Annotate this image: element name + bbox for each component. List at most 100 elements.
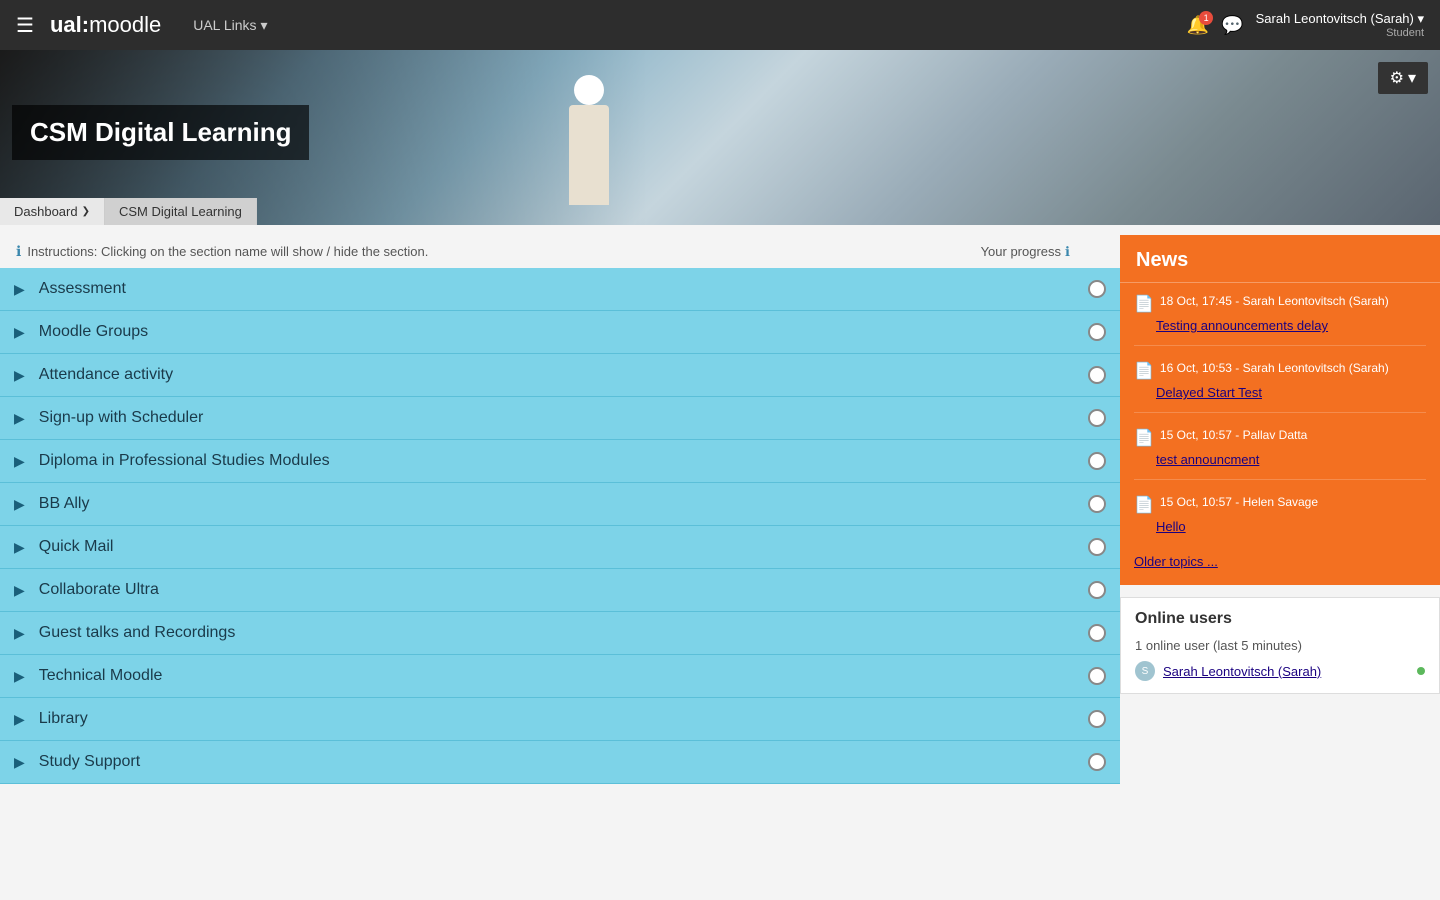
ual-links-label: UAL Links: [193, 17, 256, 33]
section-list: ▶Assessment▶Moodle Groups▶Attendance act…: [0, 268, 1120, 784]
section-progress-radio[interactable]: [1088, 366, 1106, 384]
section-label[interactable]: Study Support: [39, 741, 1088, 783]
section-progress-radio[interactable]: [1088, 667, 1106, 685]
logo-moodle-text: moodle: [89, 12, 161, 38]
section-progress-radio[interactable]: [1088, 538, 1106, 556]
section-label[interactable]: Quick Mail: [39, 526, 1088, 568]
online-user-row: S Sarah Leontovitsch (Sarah): [1135, 661, 1425, 681]
online-users-block: Online users 1 online user (last 5 minut…: [1120, 597, 1440, 694]
section-toggle-icon[interactable]: ▶: [0, 711, 39, 728]
section-progress-radio[interactable]: [1088, 495, 1106, 513]
section-item: ▶BB Ally: [0, 483, 1120, 526]
section-item: ▶Library: [0, 698, 1120, 741]
online-user-name[interactable]: Sarah Leontovitsch (Sarah): [1163, 664, 1321, 679]
section-toggle-icon[interactable]: ▶: [0, 754, 39, 771]
section-label[interactable]: Guest talks and Recordings: [39, 612, 1088, 654]
section-label[interactable]: Sign-up with Scheduler: [39, 397, 1088, 439]
section-label[interactable]: Moodle Groups: [39, 311, 1088, 353]
section-progress-radio[interactable]: [1088, 753, 1106, 771]
online-user-avatar: S: [1135, 661, 1155, 681]
news-header: News: [1120, 235, 1440, 283]
user-menu[interactable]: Sarah Leontovitsch (Sarah) ▾ Student: [1256, 11, 1424, 39]
section-progress-radio[interactable]: [1088, 581, 1106, 599]
section-label[interactable]: Assessment: [39, 268, 1088, 310]
section-progress-radio[interactable]: [1088, 710, 1106, 728]
news-entry-meta-text: 18 Oct, 17:45 - Sarah Leontovitsch (Sara…: [1160, 293, 1389, 310]
section-item: ▶Diploma in Professional Studies Modules: [0, 440, 1120, 483]
breadcrumb-dashboard[interactable]: Dashboard ❯: [0, 198, 105, 225]
breadcrumb-csm[interactable]: CSM Digital Learning: [105, 198, 257, 225]
gear-arrow-icon: ▾: [1408, 68, 1416, 88]
section-progress-radio[interactable]: [1088, 280, 1106, 298]
section-item: ▶Sign-up with Scheduler: [0, 397, 1120, 440]
news-entry-icon: 📄: [1134, 294, 1154, 314]
online-users-count: 1 online user (last 5 minutes): [1135, 638, 1425, 653]
section-item: ▶Guest talks and Recordings: [0, 612, 1120, 655]
top-navigation: ☰ ual: moodle UAL Links ▾ 🔔 1 💬 Sarah Le…: [0, 0, 1440, 50]
section-progress-radio[interactable]: [1088, 624, 1106, 642]
section-toggle-icon[interactable]: ▶: [0, 539, 39, 556]
section-progress-radio[interactable]: [1088, 452, 1106, 470]
hero-title: CSM Digital Learning: [30, 117, 291, 148]
section-toggle-icon[interactable]: ▶: [0, 496, 39, 513]
section-label[interactable]: Diploma in Professional Studies Modules: [39, 440, 1088, 482]
section-label[interactable]: Collaborate Ultra: [39, 569, 1088, 611]
section-toggle-icon[interactable]: ▶: [0, 625, 39, 642]
section-label[interactable]: BB Ally: [39, 483, 1088, 525]
news-entry-meta: 📄15 Oct, 10:57 - Helen Savage: [1134, 494, 1426, 515]
user-role-label: Student: [1386, 27, 1424, 39]
news-entry: 📄 15 Oct, 10:57 - Pallav Datta test announ…: [1134, 427, 1426, 480]
site-logo: ual: moodle: [50, 12, 161, 38]
news-entry-meta-text: 15 Oct, 10:57 - Helen Savage: [1160, 494, 1318, 511]
news-entry-meta-text: 16 Oct, 10:53 - Sarah Leontovitsch (Sara…: [1160, 360, 1389, 377]
nav-right-section: 🔔 1 💬 Sarah Leontovitsch (Sarah) ▾ Stude…: [1187, 11, 1424, 39]
section-item: ▶Attendance activity: [0, 354, 1120, 397]
online-status-indicator: [1417, 667, 1425, 675]
news-entry-link[interactable]: test announcment: [1156, 452, 1426, 467]
section-item: ▶Moodle Groups: [0, 311, 1120, 354]
user-name-label[interactable]: Sarah Leontovitsch (Sarah) ▾: [1256, 11, 1424, 27]
ual-links-button[interactable]: UAL Links ▾: [193, 17, 267, 34]
section-label[interactable]: Library: [39, 698, 1088, 740]
news-entry: 📄16 Oct, 10:53 - Sarah Leontovitsch (Sar…: [1134, 360, 1426, 413]
section-toggle-icon[interactable]: ▶: [0, 324, 39, 341]
news-entry-meta: 📄 15 Oct, 10:57 - Pallav Datta: [1134, 427, 1426, 448]
news-entry-link[interactable]: Testing announcements delay: [1156, 318, 1426, 333]
messages-button[interactable]: 💬: [1221, 15, 1243, 36]
news-entry-meta-text: 15 Oct, 10:57 - Pallav Datta: [1160, 427, 1307, 444]
section-progress-radio[interactable]: [1088, 409, 1106, 427]
news-body: 📄 18 Oct, 17:45 - Sarah Leontovitsch (Sar…: [1120, 283, 1440, 585]
breadcrumb-csm-label: CSM Digital Learning: [119, 204, 242, 219]
breadcrumb-chevron-icon: ❯: [82, 206, 90, 217]
instructions-bar: ℹ Instructions: Clicking on the section …: [0, 235, 444, 268]
section-toggle-icon[interactable]: ▶: [0, 281, 39, 298]
section-label[interactable]: Technical Moodle: [39, 655, 1088, 697]
breadcrumb-dashboard-label: Dashboard: [14, 204, 78, 219]
online-users-header: Online users: [1135, 610, 1425, 628]
section-toggle-icon[interactable]: ▶: [0, 410, 39, 427]
section-toggle-icon[interactable]: ▶: [0, 582, 39, 599]
instructions-text: Instructions: Clicking on the section na…: [27, 244, 428, 259]
section-toggle-icon[interactable]: ▶: [0, 668, 39, 685]
news-entry-link[interactable]: Hello: [1156, 519, 1426, 534]
news-entry: 📄15 Oct, 10:57 - Helen Savage Hello: [1134, 494, 1426, 534]
notifications-button[interactable]: 🔔 1: [1187, 15, 1209, 36]
notification-badge: 1: [1199, 11, 1213, 25]
hero-banner: CSM Digital Learning ⚙ ▾ Dashboard ❯ CSM…: [0, 50, 1440, 225]
hamburger-menu[interactable]: ☰: [16, 13, 34, 38]
section-toggle-icon[interactable]: ▶: [0, 453, 39, 470]
section-toggle-icon[interactable]: ▶: [0, 367, 39, 384]
news-entry: 📄 18 Oct, 17:45 - Sarah Leontovitsch (Sar…: [1134, 293, 1426, 346]
section-progress-radio[interactable]: [1088, 323, 1106, 341]
gear-icon: ⚙: [1390, 68, 1404, 88]
news-entry-meta: 📄16 Oct, 10:53 - Sarah Leontovitsch (Sar…: [1134, 360, 1426, 381]
ual-links-arrow-icon: ▾: [261, 17, 268, 34]
news-entry-icon: 📄: [1134, 428, 1154, 448]
older-topics-link[interactable]: Older topics ...: [1134, 548, 1426, 575]
section-item: ▶Collaborate Ultra: [0, 569, 1120, 612]
gear-settings-button[interactable]: ⚙ ▾: [1378, 62, 1428, 94]
section-item: ▶Assessment: [0, 268, 1120, 311]
section-label[interactable]: Attendance activity: [39, 354, 1088, 396]
news-entry-link[interactable]: Delayed Start Test: [1156, 385, 1426, 400]
sidebar: News 📄 18 Oct, 17:45 - Sarah Leontovitsch…: [1120, 225, 1440, 825]
